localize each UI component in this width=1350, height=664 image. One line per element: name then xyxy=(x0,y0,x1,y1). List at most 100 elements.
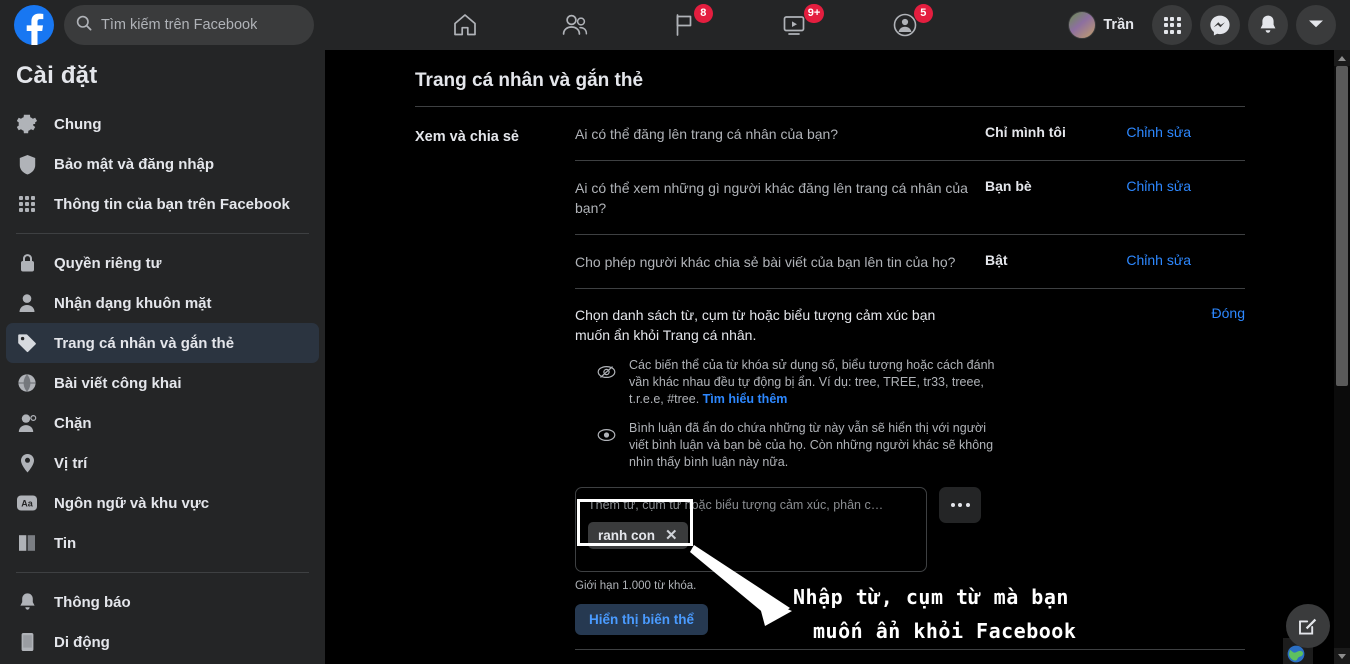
notifications-button[interactable] xyxy=(1248,5,1288,45)
sidebar-item-label: Ngôn ngữ và khu vực xyxy=(54,495,209,512)
page-scrollbar[interactable] xyxy=(1334,50,1350,664)
eye-off-icon xyxy=(597,357,617,408)
sidebar-item-label: Trang cá nhân và gắn thẻ xyxy=(54,335,234,352)
nav-groups-badge: 5 xyxy=(914,4,933,23)
annotation-text: Nhập từ, cụm từ mà bạn muốn ẩn khỏi Face… xyxy=(793,580,1076,648)
top-navigation-bar: Tìm kiếm trên Facebook 8 9+ 5 xyxy=(0,0,1350,50)
row-value: Chỉ mình tôi xyxy=(985,124,1115,140)
more-options-button[interactable] xyxy=(939,487,981,523)
sidebar-item-bai-viet-cong-khai[interactable]: Bài viết công khai xyxy=(6,363,319,403)
facebook-logo-icon[interactable] xyxy=(14,5,54,45)
note-body: Các biến thể của từ khóa sử dụng số, biể… xyxy=(629,358,994,406)
settings-section: Xem và chia sẻ Ai có thể đăng lên trang … xyxy=(415,107,1245,650)
sidebar-title: Cài đặt xyxy=(0,50,325,104)
sidebar-item-label: Bảo mật và đăng nhập xyxy=(54,156,214,173)
sidebar-item-label: Tin xyxy=(54,535,76,552)
nav-home[interactable] xyxy=(410,0,520,50)
nav-friends[interactable] xyxy=(520,0,630,50)
profile-name: Trần xyxy=(1103,17,1134,33)
close-panel-link[interactable]: Đóng xyxy=(1212,305,1245,321)
sidebar-group-3: Thông báo Di động xyxy=(0,582,325,662)
location-pin-icon xyxy=(16,452,38,474)
keyword-chip[interactable]: ranh con ✕ xyxy=(588,522,688,549)
mobile-icon xyxy=(16,631,38,653)
search-input[interactable]: Tìm kiếm trên Facebook xyxy=(64,5,314,45)
sidebar-divider-2 xyxy=(16,572,309,573)
note-variants: Các biến thể của từ khóa sử dụng số, biể… xyxy=(575,357,1245,408)
menu-grid-button[interactable] xyxy=(1152,5,1192,45)
nav-groups[interactable]: 5 xyxy=(850,0,960,50)
annotation-line-2: muốn ẩn khỏi Facebook xyxy=(793,614,1076,648)
annotation-line-1: Nhập từ, cụm từ mà bạn xyxy=(793,585,1069,609)
nav-watch[interactable]: 9+ xyxy=(740,0,850,50)
topbar-nav: 8 9+ 5 xyxy=(410,0,960,50)
ellipsis-icon xyxy=(966,503,970,507)
sidebar-divider-1 xyxy=(16,233,309,234)
compose-button[interactable] xyxy=(1286,604,1330,648)
settings-sidebar: Cài đặt Chung Bảo mật và đăng nhập Thông… xyxy=(0,50,325,664)
topbar-left: Tìm kiếm trên Facebook xyxy=(0,5,314,45)
note-text: Bình luận đã ẩn do chứa những từ này vẫn… xyxy=(629,420,1004,471)
sidebar-item-thong-bao[interactable]: Thông báo xyxy=(6,582,319,622)
search-icon xyxy=(76,15,92,36)
shield-icon xyxy=(16,153,38,175)
face-icon xyxy=(16,292,38,314)
messenger-button[interactable] xyxy=(1200,5,1240,45)
topbar-right: Trần xyxy=(1064,0,1336,50)
panel-bottom-divider xyxy=(575,649,1245,650)
table-row: Cho phép người khác chia sẻ bài viết của… xyxy=(575,235,1245,289)
main-content: Trang cá nhân và gắn thẻ Xem và chia sẻ … xyxy=(325,50,1335,664)
sidebar-item-di-dong[interactable]: Di động xyxy=(6,622,319,662)
grid-dots-icon xyxy=(16,193,38,215)
sidebar-item-label: Thông tin của bạn trên Facebook xyxy=(54,196,290,213)
learn-more-link[interactable]: Tìm hiểu thêm xyxy=(703,392,788,406)
profile-button[interactable]: Trần xyxy=(1064,7,1144,43)
sidebar-item-chan[interactable]: Chặn xyxy=(6,403,319,443)
bell-icon xyxy=(16,591,38,613)
close-icon[interactable]: ✕ xyxy=(665,528,678,543)
scrollbar-thumb[interactable] xyxy=(1336,66,1348,386)
ellipsis-icon xyxy=(951,503,955,507)
sidebar-item-chung[interactable]: Chung xyxy=(6,104,319,144)
grid-menu-icon xyxy=(1164,17,1181,34)
sidebar-item-thong-tin[interactable]: Thông tin của bạn trên Facebook xyxy=(6,184,319,224)
nav-marketplace[interactable]: 8 xyxy=(630,0,740,50)
eye-icon xyxy=(597,420,617,471)
sidebar-item-ngon-ngu[interactable]: Aa Ngôn ngữ và khu vực xyxy=(6,483,319,523)
sidebar-group-1: Chung Bảo mật và đăng nhập Thông tin của… xyxy=(0,104,325,224)
sidebar-item-tin[interactable]: Tin xyxy=(6,523,319,563)
row-value: Bạn bè xyxy=(985,178,1115,194)
account-dropdown-button[interactable] xyxy=(1296,5,1336,45)
ellipsis-icon xyxy=(958,503,962,507)
sidebar-item-trang-ca-nhan-va-gan-the[interactable]: Trang cá nhân và gắn thẻ xyxy=(6,323,319,363)
keyword-input-area: Thêm từ, cụm từ hoặc biểu tượng cảm xúc,… xyxy=(575,487,1245,572)
sidebar-item-nhan-dang-khuon-mat[interactable]: Nhận dạng khuôn mặt xyxy=(6,283,319,323)
row-question: Ai có thể xem những gì người khác đăng l… xyxy=(575,178,985,218)
show-variants-button[interactable]: Hiển thị biến thể xyxy=(575,604,708,635)
lock-icon xyxy=(16,252,38,274)
search-placeholder: Tìm kiếm trên Facebook xyxy=(101,17,257,33)
panel-description: Chọn danh sách từ, cụm từ hoặc biểu tượn… xyxy=(575,305,955,345)
edit-link[interactable]: Chỉnh sửa xyxy=(1115,252,1191,268)
tag-icon xyxy=(16,332,38,354)
sidebar-item-label: Quyền riêng tư xyxy=(54,255,162,272)
keyword-input[interactable]: Thêm từ, cụm từ hoặc biểu tượng cảm xúc,… xyxy=(575,487,927,572)
edit-link[interactable]: Chỉnh sửa xyxy=(1115,124,1191,140)
scroll-up-button[interactable] xyxy=(1334,50,1350,66)
row-value: Bật xyxy=(985,252,1115,268)
globe-icon[interactable] xyxy=(1286,644,1306,664)
sidebar-item-bao-mat[interactable]: Bảo mật và đăng nhập xyxy=(6,144,319,184)
language-icon: Aa xyxy=(16,492,38,514)
table-row: Ai có thể xem những gì người khác đăng l… xyxy=(575,161,1245,235)
sidebar-item-quyen-rieng-tu[interactable]: Quyền riêng tư xyxy=(6,243,319,283)
sidebar-item-label: Thông báo xyxy=(54,594,131,611)
chevron-down-icon xyxy=(1308,16,1324,34)
row-question: Cho phép người khác chia sẻ bài viết của… xyxy=(575,252,985,272)
nav-watch-badge: 9+ xyxy=(804,4,825,23)
messenger-icon xyxy=(1209,14,1231,36)
edit-link[interactable]: Chỉnh sửa xyxy=(1115,178,1191,194)
scroll-down-button[interactable] xyxy=(1334,648,1350,664)
sidebar-item-vi-tri[interactable]: Vị trí xyxy=(6,443,319,483)
nav-marketplace-badge: 8 xyxy=(694,4,713,23)
table-row: Ai có thể đăng lên trang cá nhân của bạn… xyxy=(575,107,1245,161)
